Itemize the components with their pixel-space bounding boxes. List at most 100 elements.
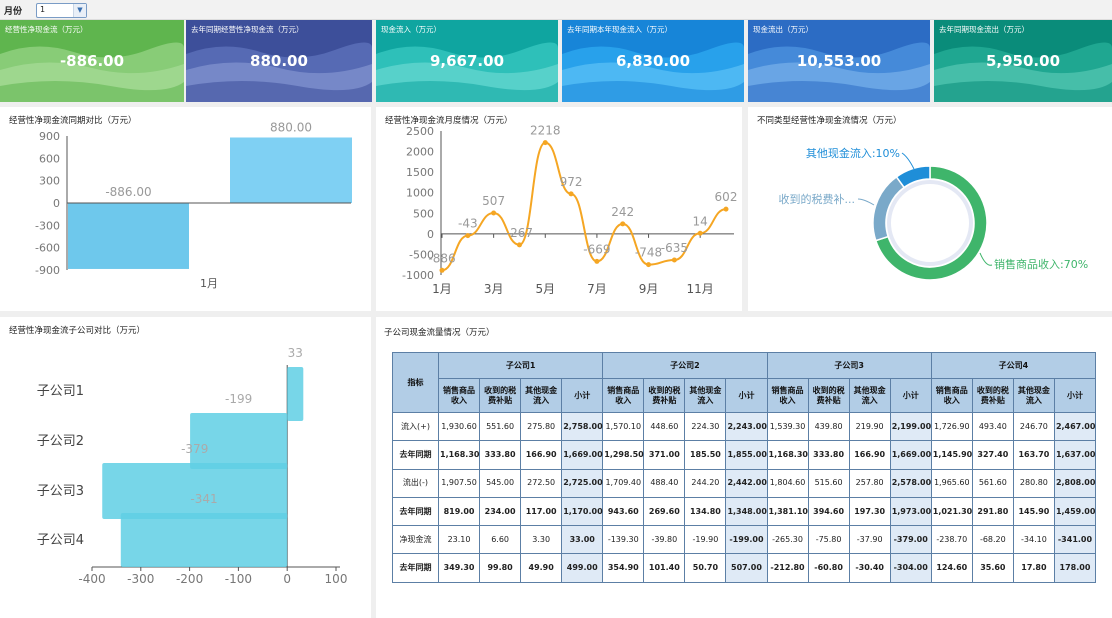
y-tick-label: 500 (413, 207, 434, 220)
table-cell: 551.60 (479, 411, 522, 442)
table-cell: 166.90 (520, 440, 563, 470)
table-cell: 1,348.00 (725, 496, 768, 527)
table-cell: 1,855.00 (725, 440, 768, 470)
table-cell: 275.80 (520, 411, 563, 442)
data-point (465, 233, 471, 239)
table-cell: 163.70 (1012, 440, 1055, 470)
point-label: -267 (506, 226, 533, 240)
subcol-header: 小计 (561, 378, 604, 413)
y-tick-label: 2000 (406, 146, 434, 159)
kpi-title: 经营性净现金流（万元） (5, 25, 88, 34)
table-cell: 1,381.10 (766, 496, 809, 527)
table-cell: 134.80 (684, 496, 727, 527)
bar-value-label: 880.00 (270, 120, 312, 134)
table-cell: 515.60 (807, 468, 850, 498)
data-point (439, 267, 445, 273)
table-cell: -75.80 (807, 525, 850, 555)
table-corner-header: 指标 (392, 352, 439, 413)
table-row: 净现金流 23.10 6.60 3.30 33.00 -139.30 -39.80 -19.9… (392, 525, 1097, 555)
bar (102, 463, 288, 519)
subsidiary-chart: -400 -300 -200 -100 0 100 子公司1 33 子公司2 -199 子公司3 -3… (37, 346, 348, 586)
table-cell: 2,467.00 (1053, 411, 1097, 442)
table-cell: 280.80 (1012, 468, 1055, 498)
table-cell: 1,459.00 (1053, 496, 1097, 527)
point-label: -43 (458, 217, 478, 231)
point-label: -886 (428, 251, 455, 265)
subcol-header: 其他现金流入 (848, 378, 891, 413)
kpi-card: 去年同期现金流出（万元） 5,950.00 (934, 20, 1112, 102)
table-cell: 185.50 (684, 440, 727, 470)
table-cell: 1,298.50 (602, 440, 645, 470)
kpi-title: 现金流入（万元） (381, 25, 441, 34)
table-cell: 1,709.40 (602, 468, 645, 498)
table-cell: 327.40 (971, 440, 1014, 470)
y-tick-label: -300 (35, 219, 60, 232)
row-label: 去年同期 (392, 440, 439, 470)
table-cell: 99.80 (479, 553, 522, 583)
filter-bar: 月份 1 ▼ (0, 0, 1112, 20)
table-cell: -68.20 (971, 525, 1014, 555)
table-cell: 124.60 (930, 553, 973, 583)
table-cell: 166.90 (848, 440, 891, 470)
table-row: 去年同期 1,168.30 333.80 166.90 1,669.00 1,298.50… (392, 440, 1097, 470)
point-label: 14 (693, 214, 708, 228)
point-label: 972 (560, 175, 583, 189)
table-row: 去年同期 349.30 99.80 49.90 499.00 354.90 101.40 50… (392, 553, 1097, 583)
data-point (620, 221, 626, 227)
y-tick-label: 0 (427, 228, 434, 241)
kpi-value: -886.00 (59, 52, 125, 70)
table-cell: 33.00 (561, 525, 604, 555)
kpi-value: 10,553.00 (796, 52, 882, 70)
subcol-header: 销售商品收入 (437, 378, 481, 413)
yoy-chart: 900 600 300 0 -300 -600 -900 -886.00 880.00 1月 (35, 120, 352, 290)
yoy-panel: 经营性净现金流同期对比（万元） 900 600 300 0 -300 -600 -900 -8… (0, 107, 371, 311)
chevron-down-icon[interactable]: ▼ (73, 4, 86, 17)
table-cell: 1,170.00 (561, 496, 604, 527)
subcol-header: 小计 (1053, 378, 1097, 413)
table-cell: 2,758.00 (561, 411, 604, 442)
table-cell: 1,907.50 (437, 468, 481, 498)
table-cell: 394.60 (807, 496, 850, 527)
kpi-value: 6,830.00 (615, 52, 691, 70)
bar (230, 137, 352, 203)
table-cell: 246.70 (1012, 411, 1055, 442)
y-tick-label: 900 (39, 130, 60, 143)
table-cell: -139.30 (602, 525, 645, 555)
x-tick-label: 7月 (587, 282, 607, 296)
table-cell: -304.00 (889, 553, 932, 583)
kpi-title: 去年同期经营性净现金流（万元） (191, 25, 304, 34)
table-cell: 269.60 (643, 496, 686, 527)
table-cell: 819.00 (437, 496, 481, 527)
table-cell: -265.30 (766, 525, 809, 555)
table-cell: 507.00 (725, 553, 768, 583)
x-tick-label: 5月 (535, 282, 555, 296)
table-cell: 272.50 (520, 468, 563, 498)
table-cell: 1,726.90 (930, 411, 973, 442)
table-cell: 291.80 (971, 496, 1014, 527)
table-cell: 145.90 (1012, 496, 1055, 527)
monthly-panel: 经营性净现金流月度情况（万元） 2500 2000 1500 1000 500 0 -500… (376, 107, 742, 311)
y-tick-label: 600 (39, 152, 60, 165)
table-cell: 349.30 (437, 553, 481, 583)
bar (120, 513, 288, 567)
month-select[interactable]: 1 ▼ (36, 3, 87, 18)
table-cell: 219.90 (848, 411, 891, 442)
x-tick-label: 1月 (432, 282, 452, 296)
kpi-card: 去年同期本年现金流入（万元） 6,830.00 (562, 20, 744, 102)
table-cell: 488.40 (643, 468, 686, 498)
table-title: 子公司现金流量情况（万元） (384, 328, 495, 338)
month-filter-label: 月份 (4, 7, 23, 17)
table-cell: 2,442.00 (725, 468, 768, 498)
table-row: 去年同期 819.00 234.00 117.00 1,170.00 943.60 269.… (392, 496, 1097, 527)
table-cell: 17.80 (1012, 553, 1055, 583)
table-cell: 2,725.00 (561, 468, 604, 498)
bar-value-label: -341 (190, 492, 217, 506)
table-cell: 2,808.00 (1053, 468, 1097, 498)
subcol-header: 小计 (889, 378, 932, 413)
table-cell: 1,539.30 (766, 411, 809, 442)
x-tick-label: 9月 (639, 282, 659, 296)
table-cell: 1,021.30 (930, 496, 973, 527)
table-cell: 371.00 (643, 440, 686, 470)
table-cell: 224.30 (684, 411, 727, 442)
table-cell: -199.00 (725, 525, 768, 555)
